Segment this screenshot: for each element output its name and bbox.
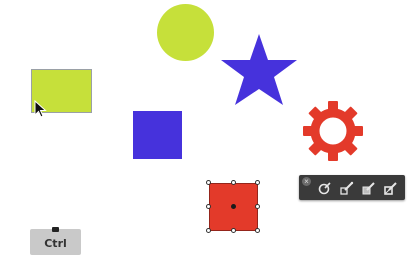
resize-handle-right[interactable]	[255, 204, 260, 209]
stroke-glyph	[384, 182, 397, 195]
fill-icon[interactable]	[361, 180, 377, 196]
resize-handle-bottom-left[interactable]	[206, 228, 211, 233]
rotation-center-point[interactable]	[231, 204, 236, 209]
stroke-icon[interactable]	[383, 180, 399, 196]
gear-group	[303, 101, 363, 161]
resize-handle-top[interactable]	[231, 180, 236, 185]
key-notch	[52, 227, 59, 232]
resize-handle-bottom-right[interactable]	[255, 228, 260, 233]
red-gear-shape[interactable]	[300, 98, 366, 164]
green-circle-shape[interactable]	[157, 4, 214, 61]
fill-glyph	[362, 182, 375, 195]
style-icon[interactable]	[317, 180, 333, 196]
close-icon[interactable]: ×	[302, 177, 311, 186]
resize-handle-bottom[interactable]	[231, 228, 236, 233]
ctrl-key-indicator: Ctrl	[30, 227, 81, 255]
star-polygon	[221, 34, 297, 105]
ctrl-key-label: Ctrl	[44, 237, 67, 250]
blue-star-shape[interactable]	[219, 32, 299, 108]
pointer-arrow-icon	[34, 100, 47, 118]
shape-toolbar: ×	[299, 175, 405, 200]
edit-path-icon[interactable]	[339, 180, 355, 196]
edit-path-glyph	[340, 181, 354, 195]
style-glyph	[318, 182, 331, 195]
drawing-canvas[interactable]: × Ctrl	[0, 0, 420, 272]
resize-handle-top-right[interactable]	[255, 180, 260, 185]
resize-handle-left[interactable]	[206, 204, 211, 209]
blue-square-shape[interactable]	[133, 111, 182, 159]
resize-handle-top-left[interactable]	[206, 180, 211, 185]
